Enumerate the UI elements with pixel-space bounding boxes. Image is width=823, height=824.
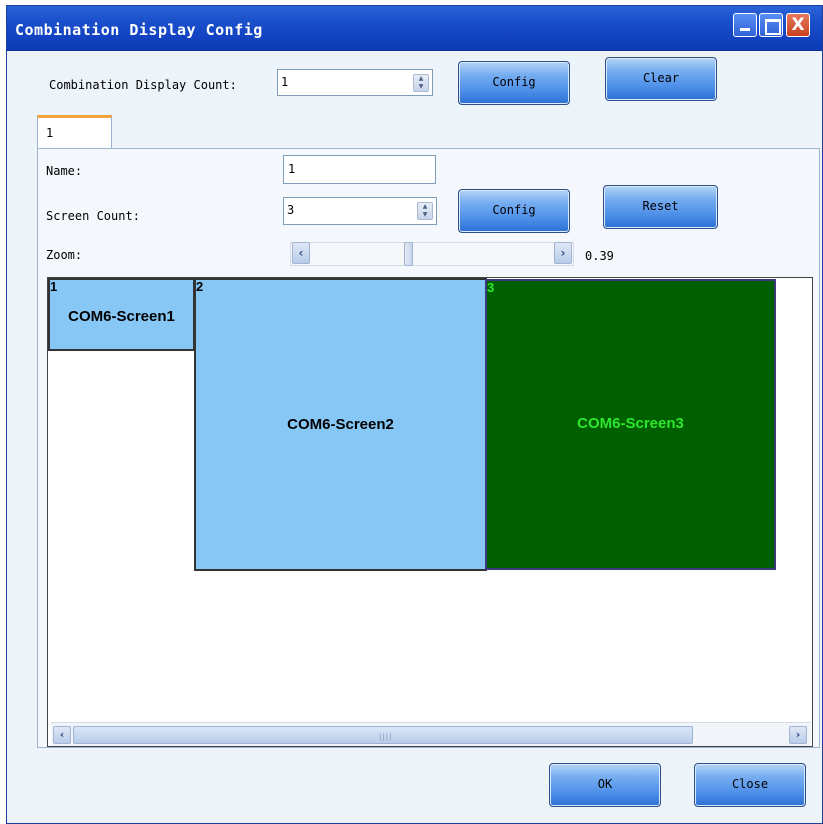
name-label: Name:	[46, 164, 83, 178]
reset-button[interactable]: Reset	[603, 185, 718, 229]
name-field-value: 1	[288, 162, 296, 176]
spin-arrows-icon[interactable]: ▲ ▼	[413, 74, 429, 92]
screen-name: COM6-Screen2	[287, 416, 394, 433]
zoom-slider[interactable]	[290, 242, 574, 266]
chevron-right-icon[interactable]: ›	[554, 242, 572, 264]
screen-count-value: 3	[287, 203, 295, 217]
minimize-icon	[734, 14, 756, 36]
combination-display-config-window: Combination Display Config X Combination…	[6, 5, 823, 824]
ok-button[interactable]: OK	[549, 763, 661, 807]
chevron-left-icon[interactable]: ‹	[53, 726, 71, 744]
chevron-right-icon[interactable]: ›	[789, 726, 807, 744]
minimize-button[interactable]	[733, 13, 757, 37]
screen-count-label: Screen Count:	[46, 209, 140, 223]
window-title: Combination Display Config	[15, 21, 263, 39]
scrollbar-thumb[interactable]: ||||	[73, 726, 693, 744]
clear-button[interactable]: Clear	[605, 57, 717, 101]
screen-block-1[interactable]: 1 COM6-Screen1	[48, 278, 195, 351]
top-config-button[interactable]: Config	[458, 61, 570, 105]
screen-block-2[interactable]: 2 COM6-Screen2	[194, 278, 487, 571]
maximize-icon	[760, 14, 782, 36]
combination-display-count-label: Combination Display Count:	[49, 78, 237, 92]
combination-display-count-value: 1	[281, 75, 289, 89]
close-window-button[interactable]: X	[786, 13, 810, 37]
screen-number: 2	[196, 279, 204, 294]
chevron-left-icon[interactable]: ‹	[292, 242, 310, 264]
screen-name: COM6-Screen1	[68, 308, 175, 325]
screen-number: 1	[50, 279, 58, 294]
screen-count-spinbox[interactable]: 3 ▲ ▼	[283, 197, 437, 225]
zoom-slider-thumb[interactable]	[404, 242, 413, 266]
name-field[interactable]: 1	[283, 155, 436, 184]
title-bar[interactable]: Combination Display Config X	[7, 6, 822, 51]
tab-1[interactable]: 1	[37, 115, 112, 149]
tab-1-label: 1	[46, 126, 54, 140]
maximize-button[interactable]	[759, 13, 783, 37]
spin-arrows-icon[interactable]: ▲ ▼	[417, 202, 433, 220]
screen-layout-canvas[interactable]: 1 COM6-Screen1 2 COM6-Screen2 3 COM6-Scr…	[47, 277, 813, 747]
horizontal-scrollbar[interactable]: ‹ |||| ›	[51, 722, 811, 746]
screen-number: 3	[487, 280, 495, 295]
close-icon: X	[791, 15, 805, 35]
close-button[interactable]: Close	[694, 763, 806, 807]
combination-display-count-spinbox[interactable]: 1 ▲ ▼	[277, 69, 433, 96]
screen-block-3[interactable]: 3 COM6-Screen3	[485, 279, 776, 570]
zoom-label: Zoom:	[46, 248, 83, 262]
zoom-value: 0.39	[585, 249, 614, 263]
scroll-grip-icon: ||||	[379, 733, 393, 741]
screen-name: COM6-Screen3	[577, 415, 684, 432]
screen-config-button[interactable]: Config	[458, 189, 570, 233]
